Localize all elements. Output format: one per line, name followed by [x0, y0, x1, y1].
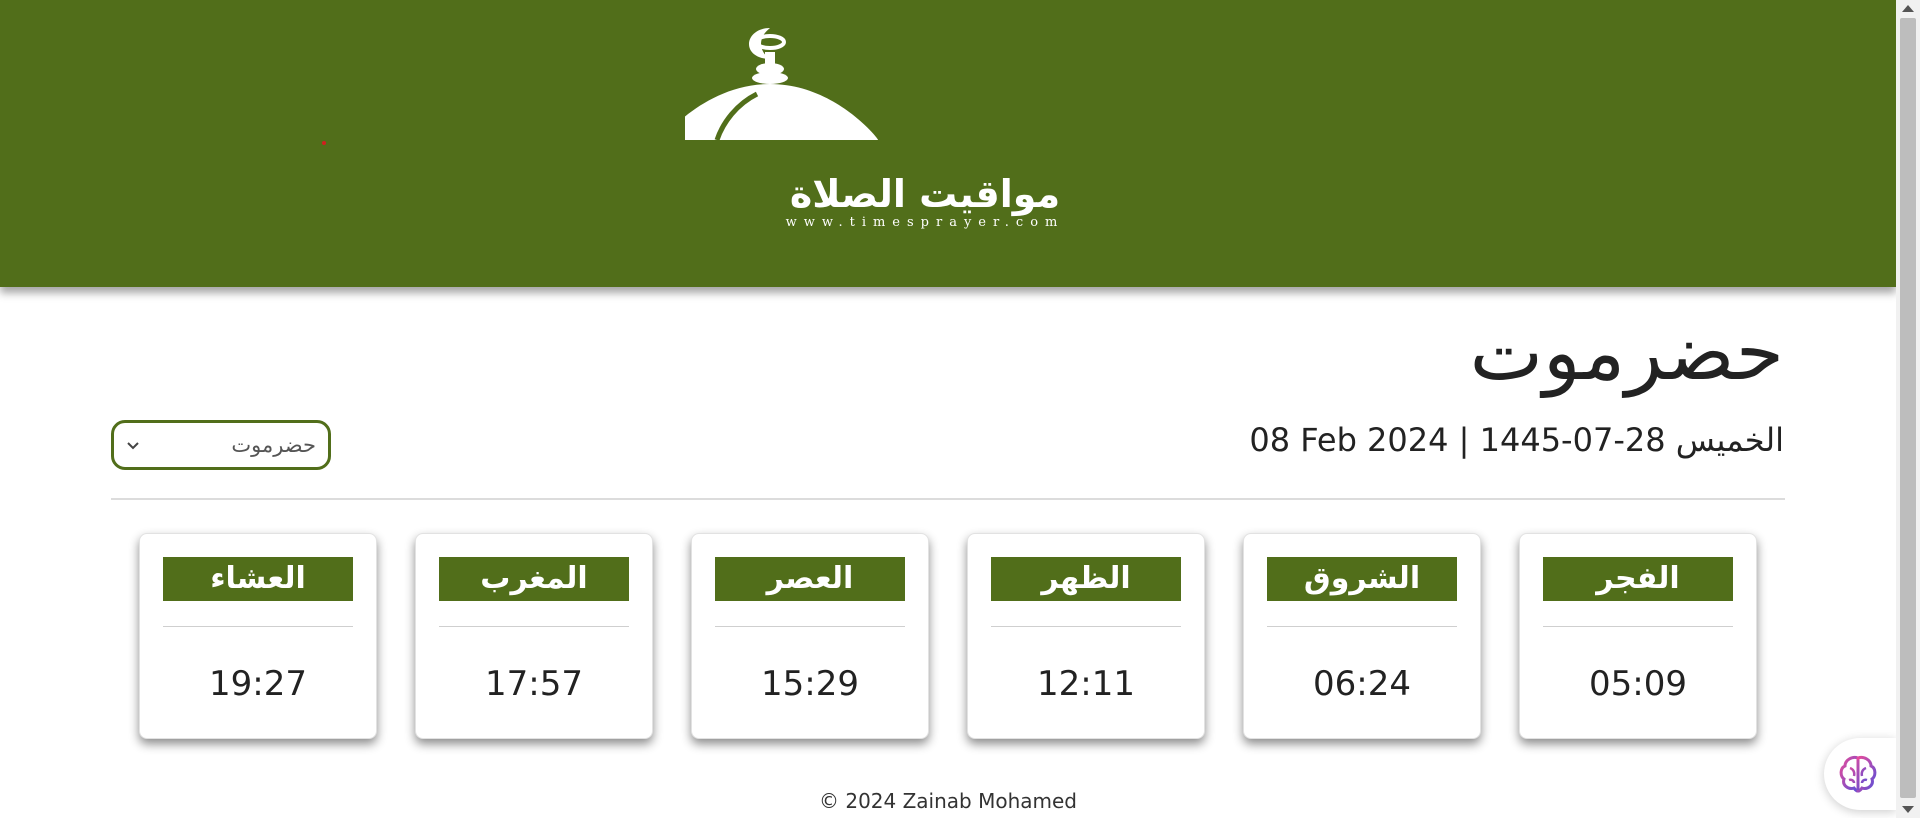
prayer-name: الفجر [1543, 557, 1733, 601]
card-divider [1267, 626, 1457, 627]
logo-title: مواقيت الصلاة [789, 172, 1061, 216]
scroll-up-arrow-icon[interactable] [1902, 5, 1914, 12]
city-select[interactable]: حضرموت [111, 420, 331, 470]
prayer-card-maghrib: المغرب 17:57 [415, 533, 653, 739]
prayer-time: 12:11 [1037, 664, 1135, 704]
city-title: حضرموت [1469, 308, 1784, 398]
prayer-name: الشروق [1267, 557, 1457, 601]
prayer-card-sunrise: الشروق 06:24 [1243, 533, 1481, 739]
city-select-value: حضرموت [231, 433, 316, 457]
prayer-name: العشاء [163, 557, 353, 601]
prayer-name: الظهر [991, 557, 1181, 601]
chevron-down-icon [127, 442, 139, 450]
mosque-dome-icon [685, 28, 879, 141]
card-divider [439, 626, 629, 627]
card-divider [991, 626, 1181, 627]
card-divider [163, 626, 353, 627]
site-header: مواقيت الصلاة www.timesprayer.com [0, 0, 1896, 287]
prayer-time: 05:09 [1589, 664, 1687, 704]
card-divider [1543, 626, 1733, 627]
prayer-card-dhuhr: الظهر 12:11 [967, 533, 1205, 739]
assistant-button[interactable] [1824, 738, 1896, 810]
scrollbar-thumb[interactable] [1900, 18, 1916, 798]
prayer-name: العصر [715, 557, 905, 601]
card-divider [715, 626, 905, 627]
footer-copyright: © 2024 Zainab Mohamed [818, 789, 1078, 813]
prayer-card-isha: العشاء 19:27 [139, 533, 377, 739]
prayer-time: 19:27 [209, 664, 307, 704]
prayer-card-fajr: الفجر 05:09 [1519, 533, 1757, 739]
brain-icon [1839, 756, 1877, 793]
prayer-name: المغرب [439, 557, 629, 601]
prayer-time: 15:29 [761, 664, 859, 704]
logo-url: www.timesprayer.com [785, 215, 1065, 230]
red-dot [322, 141, 326, 145]
site-logo[interactable]: مواقيت الصلاة www.timesprayer.com [685, 22, 1165, 242]
prayer-card-asr: العصر 15:29 [691, 533, 929, 739]
prayer-time: 17:57 [485, 664, 583, 704]
divider [111, 498, 1785, 500]
date-line: 08 Feb 2024 | الخميس 28-07-1445 [1249, 421, 1784, 459]
prayer-times-list: العشاء 19:27 المغرب 17:57 العصر 15:29 ال… [139, 533, 1759, 739]
scroll-down-arrow-icon[interactable] [1902, 806, 1914, 813]
prayer-time: 06:24 [1313, 664, 1411, 704]
